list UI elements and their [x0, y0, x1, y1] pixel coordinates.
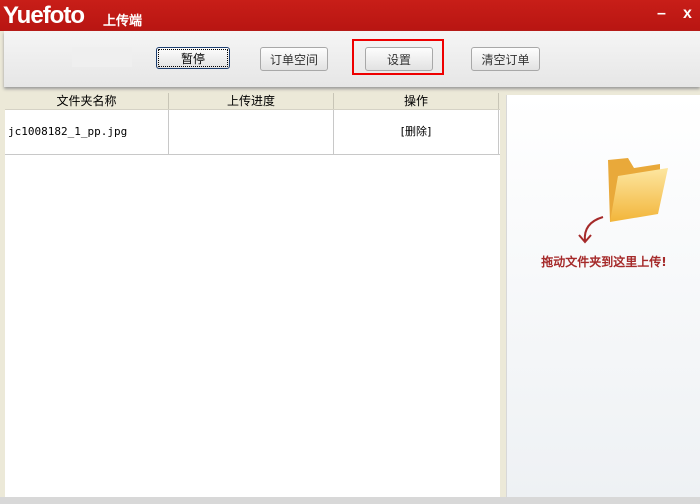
order-space-button[interactable]: 订单空间 [260, 47, 328, 71]
table-header: 文件夹名称 上传进度 操作 [5, 93, 500, 110]
close-button[interactable]: x [683, 5, 692, 23]
title-bar: Yuefoto 上传端 – x [0, 0, 700, 31]
drop-zone-text: 拖动文件夹到这里上传! [541, 255, 667, 269]
arrow-down-icon [578, 216, 604, 244]
clear-orders-button[interactable]: 清空订单 [471, 47, 540, 71]
upload-progress [169, 110, 334, 154]
table-row[interactable]: jc1008182_1_pp.jpg [删除] [5, 110, 500, 155]
upload-table: 文件夹名称 上传进度 操作 jc1008182_1_pp.jpg [删除] [5, 93, 500, 497]
drop-zone[interactable]: 拖动文件夹到这里上传! [506, 95, 700, 497]
header-action[interactable]: 操作 [334, 93, 499, 109]
settings-highlight-box [352, 39, 444, 75]
app-logo: Yuefoto [3, 2, 85, 29]
header-folder-name[interactable]: 文件夹名称 [5, 93, 169, 109]
delete-link[interactable]: [删除] [334, 110, 499, 154]
minimize-button[interactable]: – [657, 5, 666, 23]
bottom-border [0, 497, 700, 504]
app-subtitle: 上传端 [103, 14, 143, 29]
blank-area [72, 47, 132, 67]
pause-button[interactable]: 暂停 [156, 47, 230, 69]
header-progress[interactable]: 上传进度 [169, 93, 334, 109]
file-name: jc1008182_1_pp.jpg [5, 110, 169, 154]
